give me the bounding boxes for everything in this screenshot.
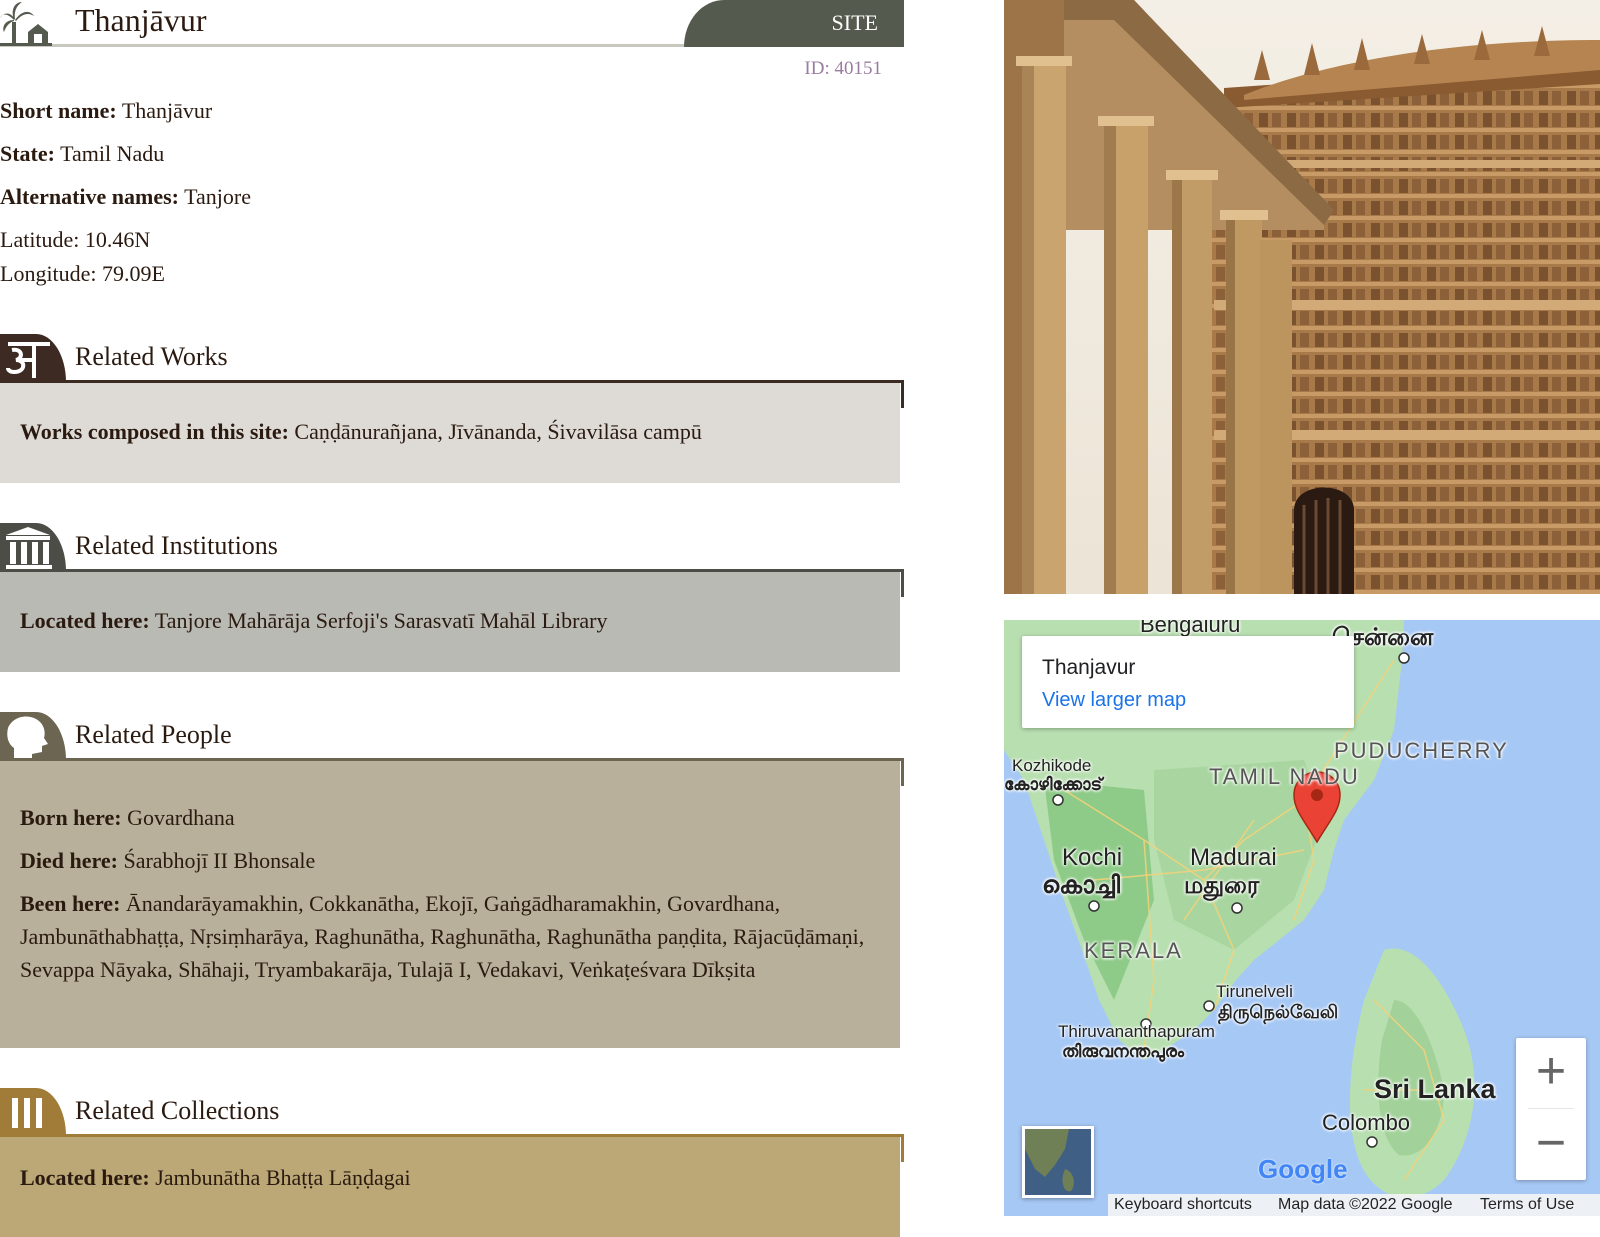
section-divider-cap	[901, 380, 904, 408]
keyboard-shortcuts-link[interactable]: Keyboard shortcuts	[1114, 1196, 1252, 1214]
died-value[interactable]: Śarabhojī II Bhonsale	[123, 848, 315, 873]
alt-names-field: Alternative names: Tanjore	[0, 184, 251, 210]
map-label-thiruvananthapuram: Thiruvananthapuram	[1058, 1022, 1215, 1041]
short-name-field: Short name: Thanjāvur	[0, 98, 212, 124]
collections-label: Located here:	[20, 1165, 150, 1190]
alt-names-label: Alternative names:	[0, 184, 180, 209]
related-people-body: Born here: Govardhana Died here: Śarabho…	[0, 761, 900, 1048]
related-people-header: Related People	[0, 712, 904, 786]
view-larger-map-link[interactable]: View larger map	[1042, 689, 1186, 712]
institutions-value[interactable]: Tanjore Mahārāja Serfoji's Sarasvatī Mah…	[155, 608, 608, 633]
related-people-title: Related People	[75, 720, 232, 749]
title-bar: SITE Thanjāvur	[0, 0, 904, 52]
map-data-attribution: Map data ©2022 Google	[1278, 1196, 1453, 1213]
map-label-kerala: KERALA	[1084, 938, 1183, 963]
related-works-header: Related Works	[0, 334, 904, 408]
map-label-tamil-nadu: TAMIL NADU	[1209, 764, 1360, 789]
map-label-tirunelveli: Tirunelveli	[1216, 982, 1293, 1001]
related-institutions-body: Located here: Tanjore Mahārāja Serfoji's…	[0, 572, 900, 672]
map-label-kozhikode: Kozhikode	[1012, 756, 1092, 775]
map-info-window: Thanjavur View larger map	[1022, 636, 1354, 728]
related-institutions-header: Related Institutions	[0, 523, 904, 597]
section-divider-cap	[901, 758, 904, 786]
map-label-sri-lanka: Sri Lanka	[1374, 1074, 1496, 1104]
google-logo: Google	[1258, 1154, 1348, 1184]
collections-value[interactable]: Jambunātha Bhaṭṭa Lāṇḍagai	[155, 1165, 410, 1190]
map-label-tirunelveli-ta: திருநெல்வேலி	[1218, 1002, 1339, 1022]
born-label: Born here:	[20, 805, 122, 830]
temple-photo	[1004, 0, 1600, 594]
related-institutions-title: Related Institutions	[75, 531, 278, 560]
person-head-icon	[0, 712, 66, 760]
satellite-thumbnail-icon	[1025, 1129, 1091, 1195]
alt-names-value: Tanjore	[184, 184, 251, 209]
short-name-label: Short name:	[0, 98, 117, 123]
related-collections-title: Related Collections	[75, 1096, 280, 1125]
zoom-out-button[interactable]: −	[1516, 1110, 1586, 1180]
map-label-thiruvananthapuram-ml: തിരുവനന്തപുരം	[1062, 1042, 1184, 1061]
institution-building-icon	[0, 523, 66, 571]
state-label: State:	[0, 141, 55, 166]
map-label-kochi-ml: കൊച്ചി	[1042, 872, 1120, 899]
map-label-kochi: Kochi	[1062, 844, 1123, 871]
state-value: Tamil Nadu	[60, 141, 165, 166]
longitude: Longitude: 79.09E	[0, 261, 165, 286]
related-collections-header: Related Collections	[0, 1088, 904, 1162]
map-place-name: Thanjavur	[1042, 656, 1136, 679]
devanagari-a-icon	[0, 334, 66, 382]
map-attribution-bar: Keyboard shortcuts Map data ©2022 Google…	[1108, 1194, 1600, 1216]
zoom-control: + −	[1516, 1038, 1586, 1180]
born-value[interactable]: Govardhana	[127, 805, 235, 830]
page-title: Thanjāvur	[75, 2, 207, 38]
section-divider-cap	[901, 569, 904, 597]
been-value[interactable]: Ānandarāyamakhin, Cokkanātha, Ekojī, Gaṅ…	[20, 891, 864, 982]
site-type-label: SITE	[831, 10, 878, 35]
map-label-kozhikode-ml: കോഴിക്കോട്	[1004, 775, 1103, 794]
collection-bars-icon	[0, 1088, 66, 1136]
institutions-label: Located here:	[20, 608, 150, 633]
site-id: ID: 40151	[804, 58, 882, 79]
related-works-body: Works composed in this site: Caṇḍānurañj…	[0, 383, 900, 483]
map-label-madurai-ta: மதுரை	[1184, 872, 1260, 899]
died-label: Died here:	[20, 848, 118, 873]
google-map[interactable]: Bengaluru சென்னை PUDUCHERRY TAMIL NADU K…	[1004, 620, 1600, 1216]
zoom-in-button[interactable]: +	[1516, 1038, 1586, 1108]
short-name-value: Thanjāvur	[121, 98, 213, 123]
palm-tree-house-icon	[0, 2, 52, 46]
latitude: Latitude: 10.46N	[0, 227, 151, 252]
terms-of-use-link[interactable]: Terms of Use	[1480, 1196, 1574, 1214]
works-value[interactable]: Caṇḍānurañjana, Jīvānanda, Śivavilāsa ca…	[294, 419, 701, 444]
satellite-toggle-button[interactable]	[1022, 1126, 1094, 1198]
map-label-madurai: Madurai	[1190, 844, 1277, 871]
section-divider-cap	[901, 1134, 904, 1162]
state-field: State: Tamil Nadu	[0, 141, 164, 167]
map-label-colombo: Colombo	[1322, 1110, 1411, 1135]
zoom-divider	[1528, 1108, 1574, 1109]
site-type-tab: SITE	[684, 0, 904, 47]
been-label: Been here:	[20, 891, 121, 916]
related-collections-body: Located here: Jambunātha Bhaṭṭa Lāṇḍagai	[0, 1137, 900, 1237]
works-label: Works composed in this site:	[20, 419, 289, 444]
related-works-title: Related Works	[75, 342, 228, 371]
map-label-puducherry: PUDUCHERRY	[1334, 738, 1509, 763]
